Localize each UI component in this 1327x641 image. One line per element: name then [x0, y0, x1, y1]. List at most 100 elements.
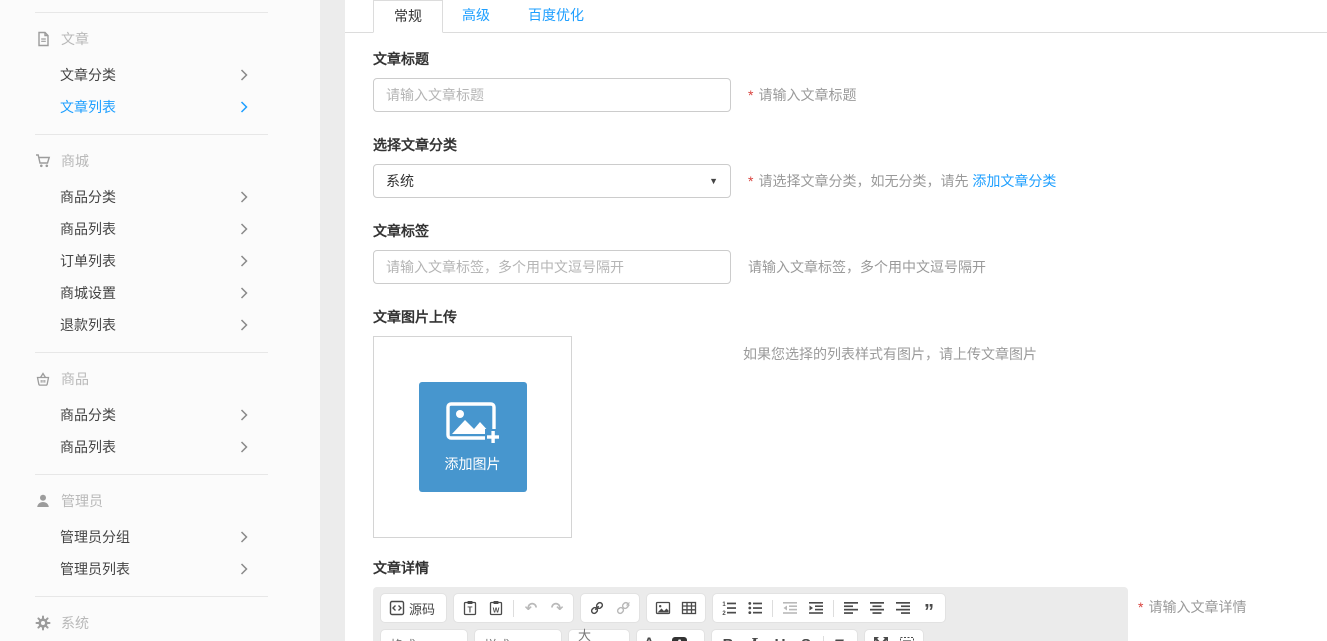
- article-content-label: 文章详情: [373, 558, 1327, 578]
- ordered-list-icon: 12: [721, 600, 737, 616]
- required-asterisk: *: [1138, 599, 1143, 615]
- outdent-button[interactable]: [778, 596, 802, 620]
- text-color-icon: A: [644, 635, 654, 641]
- selected-category-value: 系统: [386, 171, 414, 191]
- blockquote-button[interactable]: ”: [917, 596, 941, 620]
- paste-word-icon: W: [488, 600, 504, 616]
- chevron-right-icon: [240, 287, 248, 299]
- italic-button[interactable]: I: [742, 632, 766, 641]
- chevron-right-icon: [240, 319, 248, 331]
- outdent-icon: [782, 600, 798, 616]
- sidebar-group-mall: 商城 商品分类 商品列表 订单列表 商城设置 退款列表: [0, 135, 320, 352]
- bg-color-button[interactable]: A ▼: [669, 632, 700, 641]
- source-button[interactable]: 源码: [385, 596, 442, 620]
- link-icon: [589, 600, 605, 616]
- align-right-button[interactable]: [891, 596, 915, 620]
- sidebar-group-system: 系统 基本信息: [0, 597, 320, 641]
- show-blocks-button[interactable]: [895, 632, 919, 641]
- unordered-list-button[interactable]: [743, 596, 767, 620]
- required-asterisk: *: [748, 87, 753, 103]
- sidebar-item-product-category[interactable]: 商品分类: [0, 399, 320, 431]
- sidebar-group-product-header[interactable]: 商品: [0, 353, 320, 399]
- sidebar-item-order-list[interactable]: 订单列表: [0, 245, 320, 277]
- sidebar-item-admin-group[interactable]: 管理员分组: [0, 521, 320, 553]
- strikethrough-button[interactable]: S: [794, 632, 818, 641]
- paste-from-word-button[interactable]: W: [484, 596, 508, 620]
- row-article-content: 文章详情 源码 T: [373, 558, 1327, 641]
- maximize-button[interactable]: [869, 632, 893, 641]
- paste-as-text-button[interactable]: T: [458, 596, 482, 620]
- remove-format-button[interactable]: Tx: [829, 632, 853, 641]
- add-image-button[interactable]: 添加图片: [419, 382, 527, 492]
- underline-button[interactable]: U: [768, 632, 792, 641]
- sidebar-group-product: 商品 商品分类 商品列表: [0, 353, 320, 474]
- indent-button[interactable]: [804, 596, 828, 620]
- styles-dropdown[interactable]: 样式 ▼: [474, 629, 562, 641]
- article-category-select[interactable]: 系统 ▼: [373, 164, 731, 198]
- size-dropdown[interactable]: 大小 ▼: [568, 629, 630, 641]
- add-image-button-label: 添加图片: [445, 454, 501, 474]
- text-color-button[interactable]: A ▼: [641, 632, 667, 641]
- unlink-button[interactable]: [611, 596, 635, 620]
- editor-toolbar-row-1: 源码 T W ↶: [380, 593, 1121, 623]
- sidebar-group-mall-header[interactable]: 商城: [0, 135, 320, 181]
- required-asterisk: *: [748, 173, 753, 189]
- article-title-input[interactable]: [373, 78, 731, 112]
- sidebar-group-admin-header[interactable]: 管理员: [0, 475, 320, 521]
- row-article-tags: 文章标签 请输入文章标签，多个用中文逗号隔开: [373, 221, 1327, 284]
- tab-bar: 常规 高级 百度优化: [345, 0, 1327, 33]
- article-icon: [35, 31, 51, 47]
- row-article-category: 选择文章分类 系统 ▼ *请选择文章分类，如无分类，请先 添加文章分类: [373, 135, 1327, 198]
- sidebar-group-article-header[interactable]: 文章: [0, 13, 320, 59]
- source-code-icon: [389, 600, 405, 616]
- sidebar-item-article-category[interactable]: 文章分类: [0, 59, 320, 91]
- sidebar-item-goods-category[interactable]: 商品分类: [0, 181, 320, 213]
- chevron-right-icon: [240, 255, 248, 267]
- sidebar-content-gap: [320, 0, 345, 641]
- sidebar-item-refund-list[interactable]: 退款列表: [0, 309, 320, 341]
- toolbar-separator: [823, 636, 824, 641]
- article-category-hint: *请选择文章分类，如无分类，请先 添加文章分类: [748, 171, 1056, 191]
- indent-icon: [808, 600, 824, 616]
- table-icon: [681, 600, 697, 616]
- sidebar-item-product-list[interactable]: 商品列表: [0, 431, 320, 463]
- chevron-right-icon: [240, 441, 248, 453]
- undo-icon: ↶: [525, 601, 538, 616]
- sidebar-group-article: 文章 文章分类 文章列表: [0, 13, 320, 134]
- sidebar-group-label: 文章: [61, 29, 89, 49]
- align-center-button[interactable]: [865, 596, 889, 620]
- article-tags-hint: 请输入文章标签，多个用中文逗号隔开: [748, 257, 986, 277]
- unordered-list-icon: [747, 600, 763, 616]
- align-left-button[interactable]: [839, 596, 863, 620]
- main-panel: 常规 高级 百度优化 文章标题 *请输入文章标题 选择文章分类 系统 ▼: [345, 0, 1327, 641]
- sidebar-item-admin-list[interactable]: 管理员列表: [0, 553, 320, 585]
- redo-icon: ↷: [551, 601, 564, 616]
- insert-table-button[interactable]: [677, 596, 701, 620]
- sidebar-item-article-list[interactable]: 文章列表: [0, 91, 320, 123]
- sidebar-item-mall-settings[interactable]: 商城设置: [0, 277, 320, 309]
- user-icon: [35, 493, 51, 509]
- blockquote-icon: ”: [924, 598, 934, 618]
- row-article-title: 文章标题 *请输入文章标题: [373, 49, 1327, 112]
- unlink-icon: [615, 600, 631, 616]
- article-category-label: 选择文章分类: [373, 135, 1327, 155]
- tab-baidu-seo[interactable]: 百度优化: [509, 0, 603, 32]
- undo-button[interactable]: ↶: [519, 596, 543, 620]
- tab-general[interactable]: 常规: [373, 0, 443, 33]
- sidebar-group-system-header[interactable]: 系统: [0, 597, 320, 641]
- image-plus-icon: [445, 401, 501, 447]
- bold-button[interactable]: B: [716, 632, 740, 641]
- article-tags-input[interactable]: [373, 250, 731, 284]
- add-category-link[interactable]: 添加文章分类: [972, 173, 1056, 189]
- format-dropdown[interactable]: 格式 ▼: [380, 629, 468, 641]
- ordered-list-button[interactable]: 12: [717, 596, 741, 620]
- svg-text:2: 2: [722, 611, 726, 616]
- redo-button[interactable]: ↷: [545, 596, 569, 620]
- insert-image-button[interactable]: [651, 596, 675, 620]
- image-icon: [655, 600, 671, 616]
- link-button[interactable]: [585, 596, 609, 620]
- bg-color-icon: A: [672, 637, 687, 641]
- align-left-icon: [843, 600, 859, 616]
- tab-advanced[interactable]: 高级: [443, 0, 509, 32]
- sidebar-item-goods-list[interactable]: 商品列表: [0, 213, 320, 245]
